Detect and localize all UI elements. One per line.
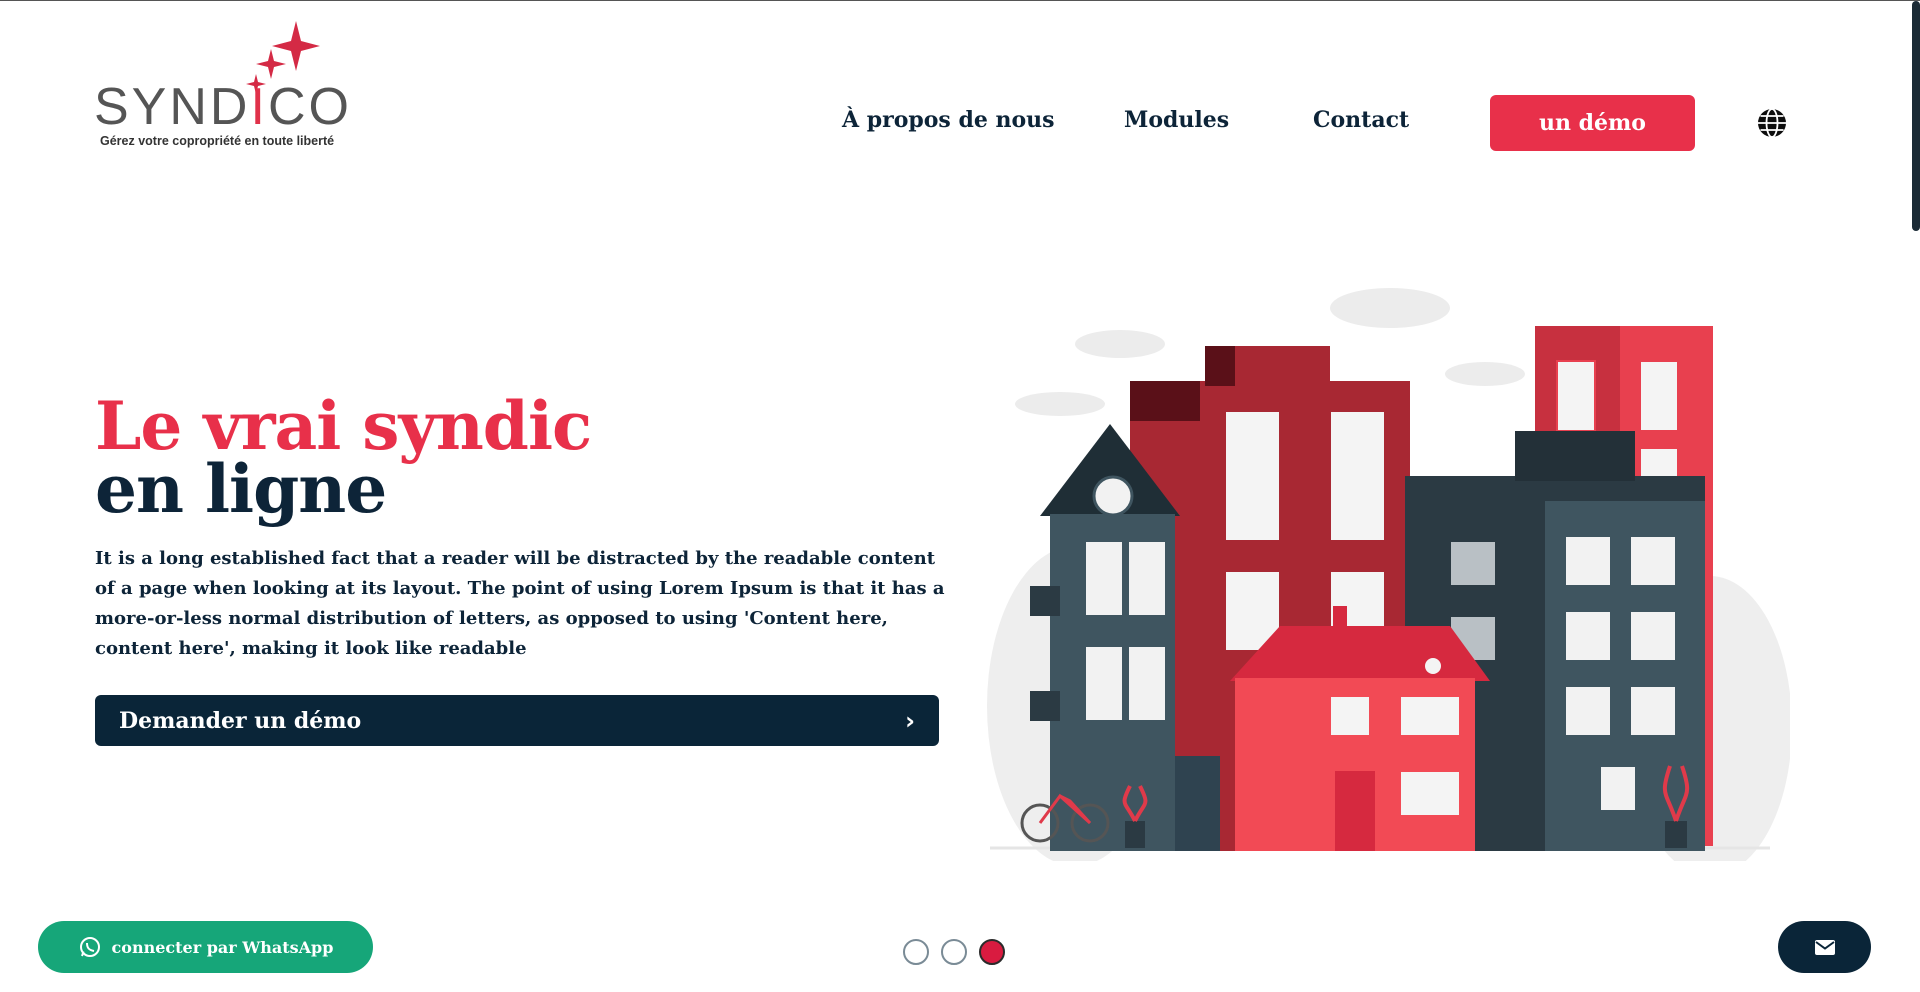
brand-wordmark: SYNDICO bbox=[94, 78, 352, 136]
carousel-dot-1[interactable] bbox=[903, 939, 929, 965]
city-buildings-illustration bbox=[987, 288, 1790, 861]
carousel-pagination bbox=[903, 939, 1005, 965]
request-demo-label: Demander un démo bbox=[119, 707, 362, 734]
whatsapp-icon bbox=[79, 937, 100, 957]
header-demo-button[interactable]: un démo bbox=[1490, 95, 1695, 151]
nav-contact-link[interactable]: Contact bbox=[1313, 107, 1409, 133]
carousel-dot-3[interactable] bbox=[979, 939, 1005, 965]
whatsapp-connect-button[interactable]: connecter par WhatsApp bbox=[38, 921, 373, 973]
hero-title-line2: en ligne bbox=[95, 450, 387, 528]
page-scrollbar-thumb[interactable] bbox=[1912, 1, 1920, 231]
whatsapp-label: connecter par WhatsApp bbox=[111, 937, 334, 957]
nav-modules-link[interactable]: Modules bbox=[1124, 107, 1229, 133]
brand-logo[interactable]: SYNDICO Gérez votre copropriété en toute… bbox=[94, 19, 354, 154]
chevron-right-icon: › bbox=[905, 706, 915, 735]
envelope-icon bbox=[1814, 939, 1835, 955]
globe-icon[interactable] bbox=[1756, 107, 1788, 139]
contact-mail-button[interactable] bbox=[1778, 921, 1871, 973]
nav-about-link[interactable]: À propos de nous bbox=[842, 107, 1055, 133]
brand-tagline: Gérez votre copropriété en toute liberté bbox=[100, 134, 335, 148]
request-demo-button[interactable]: Demander un démo › bbox=[95, 695, 939, 746]
hero-description: It is a long established fact that a rea… bbox=[95, 548, 945, 659]
carousel-dot-2[interactable] bbox=[941, 939, 967, 965]
